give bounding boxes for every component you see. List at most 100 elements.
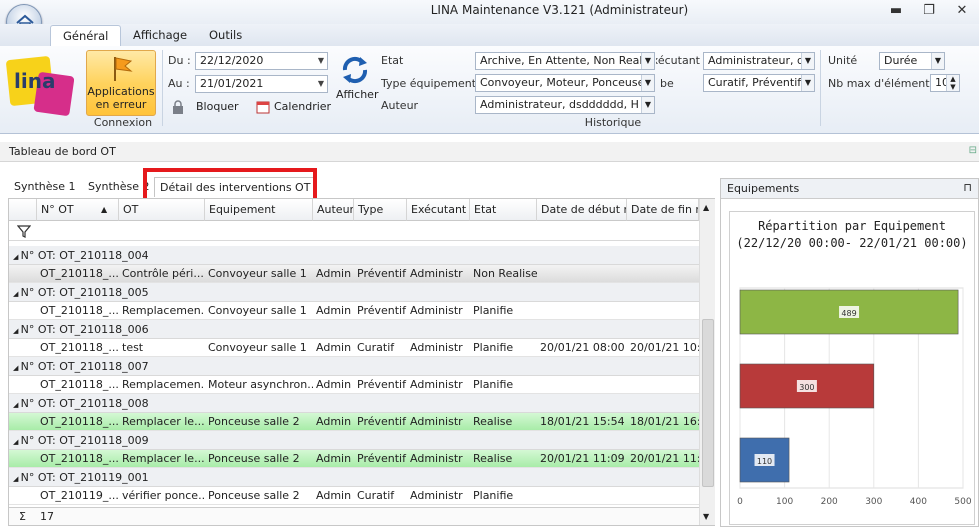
cell-auteur: Admin	[316, 267, 352, 280]
executant-combo[interactable]: Administrateur, ds ▼	[703, 52, 815, 70]
tab-synthese-1[interactable]: Synthèse 1	[9, 177, 81, 197]
cell-fin: 20/01/21 11:29:	[630, 452, 699, 465]
collapse-icon[interactable]: ◢	[13, 290, 21, 298]
column-header-ot[interactable]: OT	[119, 199, 205, 221]
pin-icon[interactable]: ⊟	[969, 145, 977, 156]
cell-fin: 18/01/21 16:54:	[630, 415, 699, 428]
group-label: N° OT: OT_210118_007	[20, 360, 149, 373]
chevron-down-icon: ▼	[931, 53, 944, 69]
table-row[interactable]: OT_210118_... Remplacemen... Convoyeur sal…	[9, 302, 699, 320]
connexion-group-title: Connexion	[93, 116, 153, 129]
cell-etat: Realise	[473, 452, 513, 465]
collapse-icon[interactable]: ◢	[13, 475, 21, 483]
unite-combo[interactable]: Durée ▼	[879, 52, 945, 70]
cell-etat: Planifie	[473, 378, 514, 391]
bloquer-label: Bloquer	[196, 100, 239, 113]
scroll-thumb[interactable]	[702, 319, 714, 487]
table-row[interactable]: OT_210118_... test Convoyeur salle 1 Admin C…	[9, 339, 699, 357]
cell-type: Préventif	[357, 452, 406, 465]
x-tick-label: 100	[776, 497, 793, 507]
table-row[interactable]: OT_210118_... Remplacemen... Moteur asynch…	[9, 376, 699, 394]
minimize-button[interactable]: ▬	[884, 1, 908, 21]
cell-debut: 18/01/21 15:54	[540, 415, 625, 428]
calendrier-label: Calendrier	[274, 100, 332, 113]
restore-button[interactable]: ❐	[917, 1, 941, 21]
x-tick-label: 300	[865, 497, 882, 507]
tab-general[interactable]: Général	[50, 25, 122, 46]
scroll-up-icon[interactable]: ▲	[703, 203, 709, 212]
afficher-label: Afficher	[336, 88, 379, 101]
auteur-label: Auteur	[381, 99, 419, 112]
group-row[interactable]: ◢ N° OT: OT_210119_001	[9, 468, 699, 487]
filter-icon[interactable]	[17, 224, 31, 238]
calendrier-button[interactable]: Calendrier	[254, 98, 334, 116]
column-header-equipement[interactable]: Equipement	[205, 199, 313, 221]
tab-outils[interactable]: Outils	[197, 25, 254, 46]
cell-etat: Planifie	[473, 489, 514, 502]
applications-en-erreur-button[interactable]: Applications en erreur	[86, 50, 156, 116]
auteur-combo[interactable]: Administrateur, dsdddddd, H I ▼	[475, 96, 655, 114]
column-header-executant[interactable]: Exécutant	[407, 199, 470, 221]
vertical-scrollbar[interactable]: ▲ ▼	[699, 199, 715, 525]
collapse-icon[interactable]: ◢	[13, 401, 21, 409]
pin-icon[interactable]: ⊓	[963, 181, 972, 194]
group-row[interactable]: ◢ N° OT: OT_210118_006	[9, 320, 699, 339]
etat-label: Etat	[381, 54, 404, 67]
cell-eq: Convoyeur salle 1	[208, 267, 307, 280]
group-row[interactable]: ◢ N° OT: OT_210118_004	[9, 246, 699, 265]
etat-combo[interactable]: Archive, En Attente, Non Realise ▼	[475, 52, 655, 70]
column-header-etat[interactable]: Etat	[470, 199, 537, 221]
cell-eq: Moteur asynchron...	[208, 378, 313, 391]
nbmax-spinner[interactable]: 10 ▲ ▼	[930, 74, 960, 92]
cell-etat: Planifie	[473, 304, 514, 317]
summary-row: Σ 17	[9, 507, 699, 525]
chevron-down-icon: ▼	[641, 53, 654, 69]
column-header-auteur[interactable]: Auteur	[313, 199, 354, 221]
column-header-date-fin[interactable]: Date de fin rée	[627, 199, 699, 221]
interventions-grid: N° OT ▲ OT Equipement Auteur Type Exécuta…	[8, 198, 715, 526]
group-label: N° OT: OT_210119_001	[20, 471, 149, 484]
column-header-date-debut[interactable]: Date de début ré	[537, 199, 627, 221]
chevron-down-icon: ▼	[641, 97, 654, 113]
group-row[interactable]: ◢ N° OT: OT_210118_008	[9, 394, 699, 413]
type-equipement-combo[interactable]: Convoyeur, Moteur, Ponceuse ▼	[475, 74, 655, 92]
collapse-icon[interactable]: ◢	[13, 364, 21, 372]
group-row[interactable]: ◢ N° OT: OT_210118_005	[9, 283, 699, 302]
au-date-value: 21/01/2021	[200, 77, 264, 90]
type-equipement-label: Type équipement	[381, 77, 477, 90]
du-date-field[interactable]: 22/12/2020 ▼	[195, 52, 328, 70]
afficher-button[interactable]: Afficher	[334, 54, 379, 114]
collapse-icon[interactable]: ◢	[13, 438, 21, 446]
table-row[interactable]: OT_210118_... Remplacer le... Ponceuse sal…	[9, 450, 699, 468]
tab-affichage[interactable]: Affichage	[121, 25, 199, 46]
etat-value: Archive, En Attente, Non Realise	[480, 54, 655, 67]
window-title: LINA Maintenance V3.121 (Administrateur)	[430, 3, 689, 17]
cell-ot: Contrôle péri...	[122, 267, 204, 280]
cell-no: OT_210118_...	[40, 415, 119, 428]
scroll-down-icon[interactable]: ▼	[703, 512, 709, 521]
svg-text:lina: lina	[14, 69, 55, 93]
table-row[interactable]: OT_210118_... Remplacer le... Ponceuse sal…	[9, 413, 699, 431]
column-header-type[interactable]: Type	[354, 199, 407, 221]
group-row[interactable]: ◢ N° OT: OT_210118_007	[9, 357, 699, 376]
document-tab-bar: Synthèse 1 Synthèse 2 Détail des interve…	[0, 176, 716, 198]
group-row[interactable]: ◢ N° OT: OT_210118_009	[9, 431, 699, 450]
collapse-icon[interactable]: ◢	[13, 253, 21, 261]
table-row[interactable]: OT_210119_... vérifier ponce... Ponceuse s…	[9, 487, 699, 505]
au-date-field[interactable]: 21/01/2021 ▼	[195, 75, 328, 93]
column-header-label: N° OT	[41, 203, 74, 216]
cell-debut	[537, 487, 627, 505]
bloquer-button[interactable]: Bloquer	[170, 98, 260, 116]
cell-auteur: Admin	[316, 378, 352, 391]
collapse-icon[interactable]: ◢	[13, 327, 21, 335]
lock-icon	[173, 100, 183, 114]
close-button[interactable]: ✕	[950, 1, 974, 21]
cell-auteur: Admin	[316, 341, 352, 354]
cell-eq: Ponceuse salle 2	[208, 489, 300, 502]
cell-no: OT_210118_...	[40, 304, 119, 317]
type-ot-combo[interactable]: Curatif, Préventif ▼	[703, 74, 815, 92]
column-header-no-ot[interactable]: N° OT ▲	[37, 199, 119, 221]
table-row[interactable]: OT_210118_... Contrôle péri... Convoyeur s…	[9, 265, 699, 283]
cell-exec: Administr	[410, 378, 463, 391]
group-label: N° OT: OT_210118_008	[20, 397, 149, 410]
